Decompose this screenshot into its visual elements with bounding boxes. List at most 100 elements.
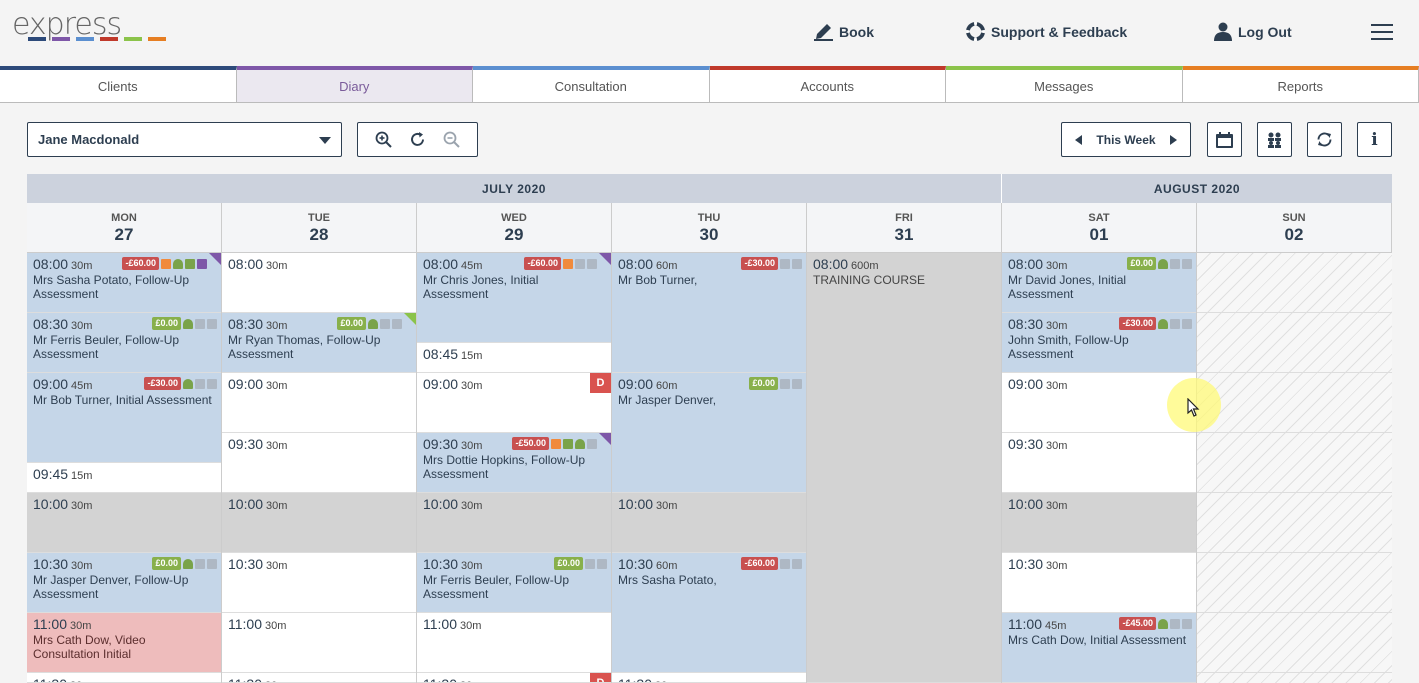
appointment[interactable]: 09:00 60m Mr Jasper Denver, £0.00 <box>612 373 806 493</box>
empty-slot[interactable]: 09:30 30m <box>222 433 416 493</box>
lifebuoy-icon <box>966 22 985 41</box>
empty-slot[interactable]: 09:45 15m <box>27 463 221 493</box>
slot-time: 11:00 <box>228 616 262 632</box>
group-view-button[interactable] <box>1257 122 1292 157</box>
status-badges: £0.00 <box>152 557 217 570</box>
empty-slot[interactable]: 10:30 30m <box>1002 553 1196 613</box>
hatch-divider <box>1197 552 1392 553</box>
refresh-icon[interactable] <box>409 131 426 148</box>
appointment[interactable]: 08:00 60m Mr Bob Turner, -£30.00 <box>612 253 806 373</box>
appointment[interactable]: 09:30 30m Mrs Dottie Hopkins, Follow-Up As… <box>417 433 611 493</box>
blocked-slot[interactable]: 10:00 30m <box>612 493 806 553</box>
slot-time: 08:00 <box>813 256 849 272</box>
slot-time: 08:30 <box>228 316 264 332</box>
day-header[interactable]: FRI 31 <box>807 203 1002 253</box>
tab-accounts[interactable]: Accounts <box>709 66 946 102</box>
calendar-button[interactable] <box>1207 122 1242 157</box>
day-header[interactable]: SAT 01 <box>1002 203 1197 253</box>
patient-name: Mr Ferris Beuler, Follow-Up Assessment <box>423 573 570 601</box>
empty-slot[interactable]: 08:00 30m <box>222 253 416 313</box>
tab-consultation[interactable]: Consultation <box>473 66 710 102</box>
appointment[interactable]: 08:30 30m Mr Ferris Beuler, Follow-Up Asse… <box>27 313 221 373</box>
tab-reports[interactable]: Reports <box>1182 66 1419 102</box>
patient-name: Mr Ryan Thomas, Follow-Up Assessment <box>228 333 381 361</box>
slot-time: 11:30 <box>228 676 262 682</box>
day-name: WED <box>501 212 527 224</box>
note-icon <box>780 258 790 269</box>
slot-time: 09:00 <box>1008 376 1044 392</box>
empty-slot[interactable]: 08:45 15m <box>417 343 611 373</box>
empty-slot[interactable]: 09:00 30m D <box>417 373 611 433</box>
appointment[interactable]: 08:00 45m Mr Chris Jones, Initial Assessme… <box>417 253 611 343</box>
note-icon <box>585 558 595 569</box>
tab-diary[interactable]: Diary <box>236 66 473 102</box>
empty-slot[interactable]: 11:00 30m <box>222 613 416 673</box>
note-icon <box>1170 318 1180 329</box>
day-column: 08:00 600m TRAINING COURSE <box>807 253 1002 683</box>
appointment[interactable]: 08:00 30m Mr David Jones, Initial Assessme… <box>1002 253 1196 313</box>
status-badges: £0.00 <box>749 377 802 390</box>
day-header[interactable]: THU 30 <box>612 203 807 253</box>
patient-icon <box>173 258 183 269</box>
practitioner-name: Jane Macdonald <box>38 132 140 147</box>
appointment[interactable]: 11:00 30m Mrs Cath Dow, Video Consultation… <box>27 613 221 673</box>
slot-duration: 60m <box>656 380 678 392</box>
appointment[interactable]: 09:00 45m Mr Bob Turner, Initial Assessmen… <box>27 373 221 463</box>
day-header[interactable]: MON 27 <box>27 203 222 253</box>
blocked-slot[interactable]: 10:00 30m <box>1002 493 1196 553</box>
blocked-slot[interactable]: 10:00 30m <box>222 493 416 553</box>
info-icon: i <box>1371 129 1378 150</box>
empty-slot[interactable]: 11:3030m <box>27 673 221 683</box>
note-icon <box>597 558 607 569</box>
d-flag[interactable]: D <box>590 373 611 393</box>
day-header[interactable]: SUN 02 <box>1197 203 1392 253</box>
slot-time: 08:00 <box>1008 256 1044 272</box>
support-feedback-button[interactable]: Support & Feedback <box>966 22 1127 41</box>
info-button[interactable]: i <box>1357 122 1392 157</box>
tab-clients[interactable]: Clients <box>0 66 237 102</box>
tab-messages[interactable]: Messages <box>946 66 1183 102</box>
blocked-slot[interactable]: 10:00 30m <box>417 493 611 553</box>
zoom-in-icon[interactable] <box>375 131 392 148</box>
appointment[interactable]: 10:30 30m Mr Ferris Beuler, Follow-Up Asse… <box>417 553 611 613</box>
practitioner-select[interactable]: Jane Macdonald <box>27 122 342 157</box>
d-flag[interactable]: D <box>590 673 611 682</box>
tab-label: Accounts <box>800 78 854 94</box>
month-header: AUGUST 2020 <box>1002 174 1392 203</box>
appointment[interactable]: 08:00 600m TRAINING COURSE <box>807 253 1001 683</box>
next-week-icon[interactable] <box>1169 134 1177 145</box>
slot-time: 08:00 <box>423 256 459 272</box>
day-header[interactable]: WED 29 <box>417 203 612 253</box>
empty-slot[interactable]: 09:00 30m <box>222 373 416 433</box>
slot-time: 11:30 <box>33 676 67 682</box>
note-icon <box>195 378 205 389</box>
empty-slot[interactable]: 11:00 30m <box>417 613 611 673</box>
hamburger-menu-icon[interactable] <box>1371 24 1393 40</box>
zoom-controls <box>357 122 478 157</box>
empty-slot[interactable]: 09:30 30m <box>1002 433 1196 493</box>
book-button[interactable]: Book <box>814 22 874 41</box>
previous-week-icon[interactable] <box>1075 134 1083 145</box>
empty-slot[interactable]: 10:30 30m <box>222 553 416 613</box>
patient-name: Mrs Dottie Hopkins, Follow-Up Assessment <box>423 453 586 481</box>
status-badges: -£50.00 <box>512 437 597 450</box>
patient-name: Mr David Jones, Initial Assessment <box>1008 273 1127 301</box>
empty-slot[interactable]: 11:3030mD <box>417 673 611 683</box>
appointment[interactable]: 10:30 60m Mrs Sasha Potato, -£60.00 <box>612 553 806 673</box>
zoom-out-icon[interactable] <box>443 131 461 148</box>
appointment[interactable]: 11:00 45m Mrs Cath Dow, Initial Assessment… <box>1002 613 1196 683</box>
blocked-slot[interactable]: 10:00 30m <box>27 493 221 553</box>
slot-duration: 30m <box>1046 380 1068 392</box>
appointment[interactable]: 08:00 30m Mrs Sasha Potato, Follow-Up Asse… <box>27 253 221 313</box>
empty-slot[interactable]: 11:3030m <box>612 673 806 683</box>
appointment[interactable]: 10:30 30m Mr Jasper Denver, Follow-Up Asse… <box>27 553 221 613</box>
logout-button[interactable]: Log Out <box>1214 22 1292 41</box>
appointment[interactable]: 08:30 30m Mr Ryan Thomas, Follow-Up Assess… <box>222 313 416 373</box>
day-header[interactable]: TUE 28 <box>222 203 417 253</box>
sync-button[interactable] <box>1307 122 1342 157</box>
week-label[interactable]: This Week <box>1096 133 1155 147</box>
patient-icon <box>183 378 193 389</box>
appointment[interactable]: 08:30 30m John Smith, Follow-Up Assessment… <box>1002 313 1196 373</box>
express-logo[interactable]: express <box>12 10 122 40</box>
empty-slot[interactable]: 11:3030m <box>222 673 416 683</box>
